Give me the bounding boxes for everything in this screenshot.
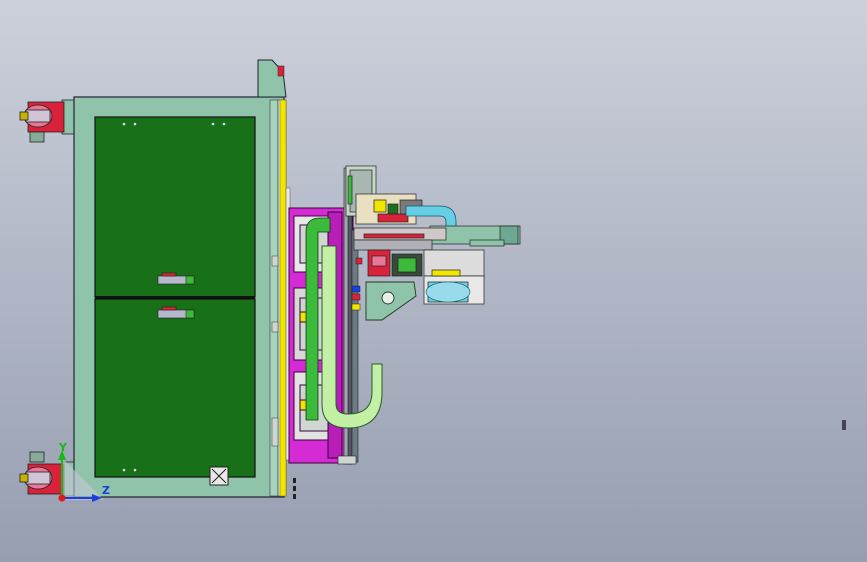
x-axis-point [58,494,66,502]
cad-viewport[interactable]: Y Z [0,0,867,562]
y-axis-label: Y [59,441,67,454]
cad-drawing [19,59,846,502]
door-panel-lower [94,298,256,478]
far-marker [842,420,846,430]
mount-bracket [365,281,417,321]
upper-mechanism [353,193,521,251]
caster-top [19,99,77,143]
z-axis-label: Z [102,484,110,497]
strip-marks [293,478,296,499]
door-panel-upper [94,116,256,298]
cable-grommet [209,466,229,486]
